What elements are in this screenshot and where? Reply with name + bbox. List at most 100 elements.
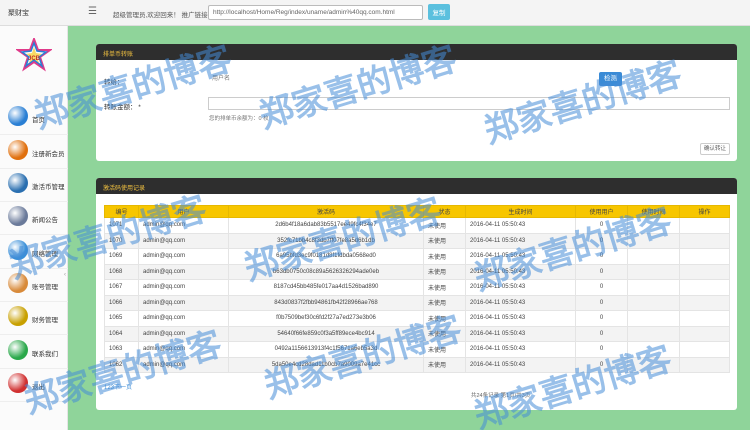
logo-text: JCB bbox=[28, 56, 41, 62]
table-cell: 未使用 bbox=[423, 356, 466, 373]
table-cell bbox=[679, 248, 730, 265]
column-header: 激活码 bbox=[228, 205, 424, 218]
column-header: 使用用户 bbox=[575, 205, 628, 218]
table-cell: 0 bbox=[575, 279, 628, 296]
pagination-links[interactable]: 123下一页 bbox=[104, 382, 132, 391]
table-cell: 1067 bbox=[104, 279, 139, 296]
table-cell bbox=[679, 325, 730, 342]
table-row: 1069 admin@qq.com 6a95bfd3ec9f0181d8f1fdbd… bbox=[104, 248, 730, 265]
table-cell: admin@qq.com bbox=[138, 232, 229, 249]
sidebar-item-1[interactable]: 注册新会员 bbox=[0, 136, 68, 169]
table-cell: 843d0837f2fbb94861fb42f28966ae768 bbox=[228, 294, 424, 311]
table-cell: admin@qq.com bbox=[138, 310, 229, 327]
table-cell: 未使用 bbox=[423, 310, 466, 327]
table-row: 1062 admin@qq.com 5da50e4cd28dad11b0cb7a90… bbox=[104, 356, 730, 373]
top-bar: 聚财宝 ☰ 超级管理员,欢迎回来！ 推广链接： 复制 bbox=[0, 0, 750, 26]
lock-icon bbox=[8, 140, 28, 160]
table-header-row: 编号 用户 激活码 状态 生成时间 使用用户 使用时间 操作 bbox=[104, 205, 730, 218]
table-cell bbox=[627, 217, 680, 234]
exit-icon bbox=[8, 373, 28, 393]
table-cell: 6a95bfd3ec9f0181d8f1fdbda0568ed0 bbox=[228, 248, 424, 265]
table-cell: admin@qq.com bbox=[138, 341, 229, 358]
table-cell: 未使用 bbox=[423, 263, 466, 280]
transfer-panel: 排单币转账 转给： 检测 转账金额： * 您的排单币余额为：0 枚 确认转让 bbox=[96, 44, 737, 161]
balance-help-text: 您的排单币余额为：0 枚 bbox=[209, 116, 269, 122]
table-cell: 未使用 bbox=[423, 325, 466, 342]
sidebar-collapse-icon[interactable]: ‹ bbox=[64, 272, 66, 278]
sidebar-item-4[interactable]: 网络管理 bbox=[0, 236, 68, 269]
table-cell: 未使用 bbox=[423, 294, 466, 311]
table-row: 1068 admin@qq.com b63db0750c08c89a56263262… bbox=[104, 263, 730, 280]
table-cell: admin@qq.com bbox=[138, 325, 229, 342]
table-cell bbox=[627, 356, 680, 373]
table-cell bbox=[679, 232, 730, 249]
sidebar-item-8[interactable]: 退出 bbox=[0, 369, 68, 402]
sidebar-item-2[interactable]: 激活币管理 bbox=[0, 169, 68, 202]
table-cell: 1066 bbox=[104, 294, 139, 311]
table-cell: 1063 bbox=[104, 341, 139, 358]
network-icon bbox=[8, 240, 28, 260]
sidebar-item-5[interactable]: 账号管理 bbox=[0, 269, 68, 302]
table-row: 1064 admin@qq.com 54640f66fe859c0f3a5ff89e… bbox=[104, 325, 730, 342]
table-cell: 1071 bbox=[104, 217, 139, 234]
column-header: 编号 bbox=[104, 205, 139, 218]
home-icon bbox=[8, 106, 28, 126]
sidebar-item-6[interactable]: 财务管理 bbox=[0, 302, 68, 335]
transfer-panel-title: 排单币转账 bbox=[103, 52, 134, 58]
table-cell bbox=[627, 294, 680, 311]
amount-input[interactable] bbox=[208, 97, 730, 110]
table-cell: 1062 bbox=[104, 356, 139, 373]
sidebar-item-label: 首页 bbox=[32, 117, 45, 124]
column-header: 操作 bbox=[679, 205, 730, 218]
table-cell: 未使用 bbox=[423, 341, 466, 358]
table-cell: b63db0750c08c89a5626326294ade0eb bbox=[228, 263, 424, 280]
column-header: 状态 bbox=[423, 205, 466, 218]
table-cell: 2016-04-11 05:50:43 bbox=[465, 356, 576, 373]
logo-icon: JCB bbox=[16, 38, 52, 72]
confirm-transfer-button[interactable]: 确认转让 bbox=[700, 143, 730, 155]
table-row: 1063 admin@qq.com 0492a1156613913f4c1f5671… bbox=[104, 341, 730, 358]
table-cell: admin@qq.com bbox=[138, 263, 229, 280]
table-cell bbox=[679, 356, 730, 373]
table-cell: 未使用 bbox=[423, 248, 466, 265]
news-icon bbox=[8, 206, 28, 226]
column-header: 生成时间 bbox=[465, 205, 576, 218]
copy-link-button[interactable]: 复制 bbox=[428, 4, 450, 20]
menu-toggle-icon[interactable]: ☰ bbox=[88, 6, 97, 17]
table-row: 1067 admin@qq.com 8187cd45bb485fe017aa4d15… bbox=[104, 279, 730, 296]
table-cell: 2016-04-11 05:50:43 bbox=[465, 232, 576, 249]
check-button[interactable]: 检测 bbox=[599, 72, 622, 86]
sidebar-item-0[interactable]: 首页 bbox=[0, 102, 68, 135]
table-cell: admin@qq.com bbox=[138, 279, 229, 296]
table-cell: f0b7509bef30c6fd2f27a7ed273e3b06 bbox=[228, 310, 424, 327]
sidebar-item-7[interactable]: 联系我们 bbox=[0, 336, 68, 369]
table-cell: 2016-04-11 05:50:43 bbox=[465, 325, 576, 342]
codes-panel-header: 激活码使用记录 bbox=[96, 178, 737, 194]
pagination-info: 共24条记录 第1页/共3页 bbox=[471, 393, 531, 399]
sidebar-item-label: 网络管理 bbox=[32, 251, 58, 258]
table-cell: 352fc71bb4c8f3db7ff07fe8a5d6b1db bbox=[228, 232, 424, 249]
table-row: 1071 admin@qq.com 2d6b4f18a6dab83b5517ee49… bbox=[104, 217, 730, 234]
table-cell bbox=[627, 325, 680, 342]
table-cell: 未使用 bbox=[423, 232, 466, 249]
table-cell: 1065 bbox=[104, 310, 139, 327]
table-cell bbox=[679, 294, 730, 311]
transfer-panel-header: 排单币转账 bbox=[96, 44, 737, 60]
table-cell: 0 bbox=[575, 232, 628, 249]
sidebar: JCB 首页注册新会员激活币管理新闻公告网络管理账号管理 财务管理 联系我们 退出 ‹ bbox=[0, 26, 68, 430]
table-cell bbox=[679, 263, 730, 280]
table-cell: 0 bbox=[575, 263, 628, 280]
to-user-input[interactable] bbox=[208, 72, 588, 85]
dollar-icon bbox=[8, 306, 28, 326]
table-cell: 2d6b4f18a6dab83b5517ee49fc4f34e7 bbox=[228, 217, 424, 234]
table-cell: 2016-04-11 05:50:43 bbox=[465, 263, 576, 280]
sidebar-item-label: 激活币管理 bbox=[32, 184, 65, 191]
table-cell bbox=[627, 279, 680, 296]
table-cell bbox=[679, 310, 730, 327]
table-cell bbox=[627, 341, 680, 358]
sidebar-item-3[interactable]: 新闻公告 bbox=[0, 202, 68, 235]
table-cell: 5da50e4cd28dad11b0cb7a9009a7e41cc bbox=[228, 356, 424, 373]
promo-link-input[interactable] bbox=[208, 5, 423, 20]
table-cell: admin@qq.com bbox=[138, 248, 229, 265]
table-cell: 未使用 bbox=[423, 217, 466, 234]
